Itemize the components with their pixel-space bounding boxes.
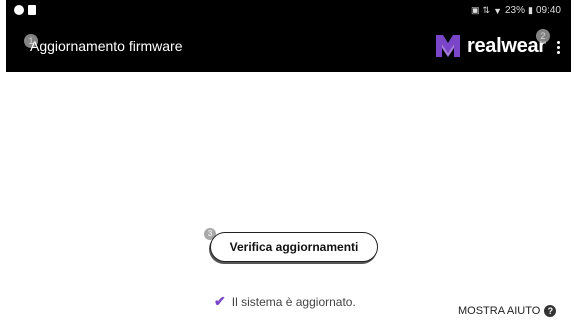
show-help-button[interactable]: MOSTRA AIUTO ? [458, 305, 557, 317]
update-status-text: Il sistema è aggiornato. [231, 294, 356, 309]
screenshot-icon: ▣ [471, 5, 480, 15]
notification-icons [14, 5, 36, 15]
status-indicators: ▣ ⇅ ▼ 23% ▮ 09:40 [471, 5, 561, 16]
battery-percent: 23% [505, 5, 526, 16]
help-icon: ? [544, 305, 557, 317]
check-updates-button[interactable]: Verifica aggiornamenti [210, 232, 378, 262]
logo-text: realwear [467, 34, 546, 57]
more-vert-icon[interactable] [551, 37, 565, 57]
app-bar: 1 Aggiornamento firmware realwear 2 [6, 24, 571, 72]
realwear-logo-icon [436, 35, 460, 57]
clock: 09:40 [535, 5, 561, 16]
status-bar: ▣ ⇅ ▼ 23% ▮ 09:40 [6, 0, 571, 24]
battery-icon: ▮ [528, 5, 533, 15]
overlay-marker-2: 2 [536, 29, 550, 43]
sd-card-icon [28, 5, 36, 15]
update-status: ✔ Il sistema è aggiornato. [214, 293, 356, 310]
check-icon: ✔ [214, 293, 226, 309]
wifi-icon: ▼ [493, 5, 502, 16]
notification-dot-icon [14, 5, 24, 15]
realwear-logo: realwear [434, 32, 546, 60]
show-help-label: MOSTRA AIUTO [458, 305, 541, 317]
page-title: Aggiornamento firmware [30, 38, 183, 54]
data-transfer-icon: ⇅ [482, 5, 491, 15]
